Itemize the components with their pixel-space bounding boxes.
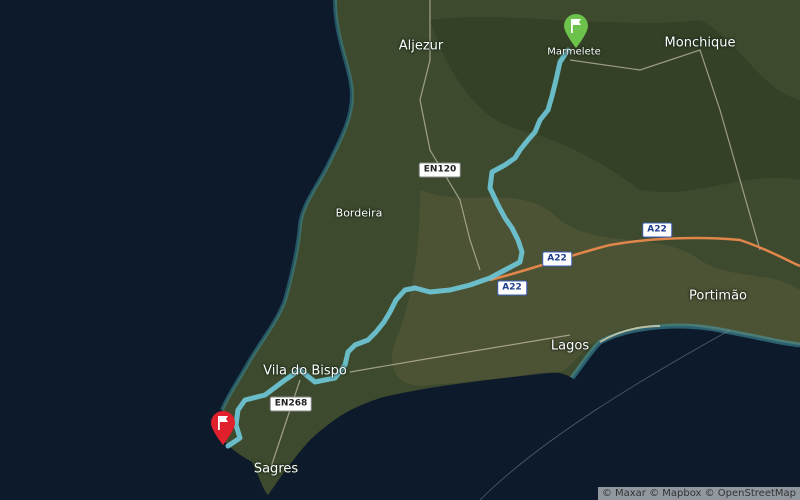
map-canvas[interactable]: Aljezur Marmelete Monchique Bordeira Vil… bbox=[0, 0, 800, 500]
route-end-marker[interactable] bbox=[210, 410, 236, 446]
place-label-sagres: Sagres bbox=[253, 461, 299, 477]
place-label-monchique: Monchique bbox=[664, 35, 736, 51]
place-label-portimao: Portimão bbox=[689, 288, 747, 304]
road-shield-en268: EN268 bbox=[269, 396, 313, 412]
place-label-vila-do-bispo: Vila do Bispo bbox=[263, 363, 347, 379]
map-attribution[interactable]: © Maxar © Mapbox © OpenStreetMap bbox=[597, 487, 800, 500]
route-start-marker[interactable] bbox=[563, 13, 589, 49]
place-label-aljezur: Aljezur bbox=[398, 38, 444, 54]
place-label-lagos: Lagos bbox=[550, 338, 590, 354]
place-label-bordeira: Bordeira bbox=[335, 206, 383, 220]
road-shield-en120: EN120 bbox=[418, 162, 462, 178]
road-shield-a22-east: A22 bbox=[642, 222, 672, 238]
road-shield-a22-west: A22 bbox=[497, 280, 527, 296]
satellite-basemap bbox=[0, 0, 800, 500]
road-shield-a22-mid: A22 bbox=[542, 251, 572, 267]
